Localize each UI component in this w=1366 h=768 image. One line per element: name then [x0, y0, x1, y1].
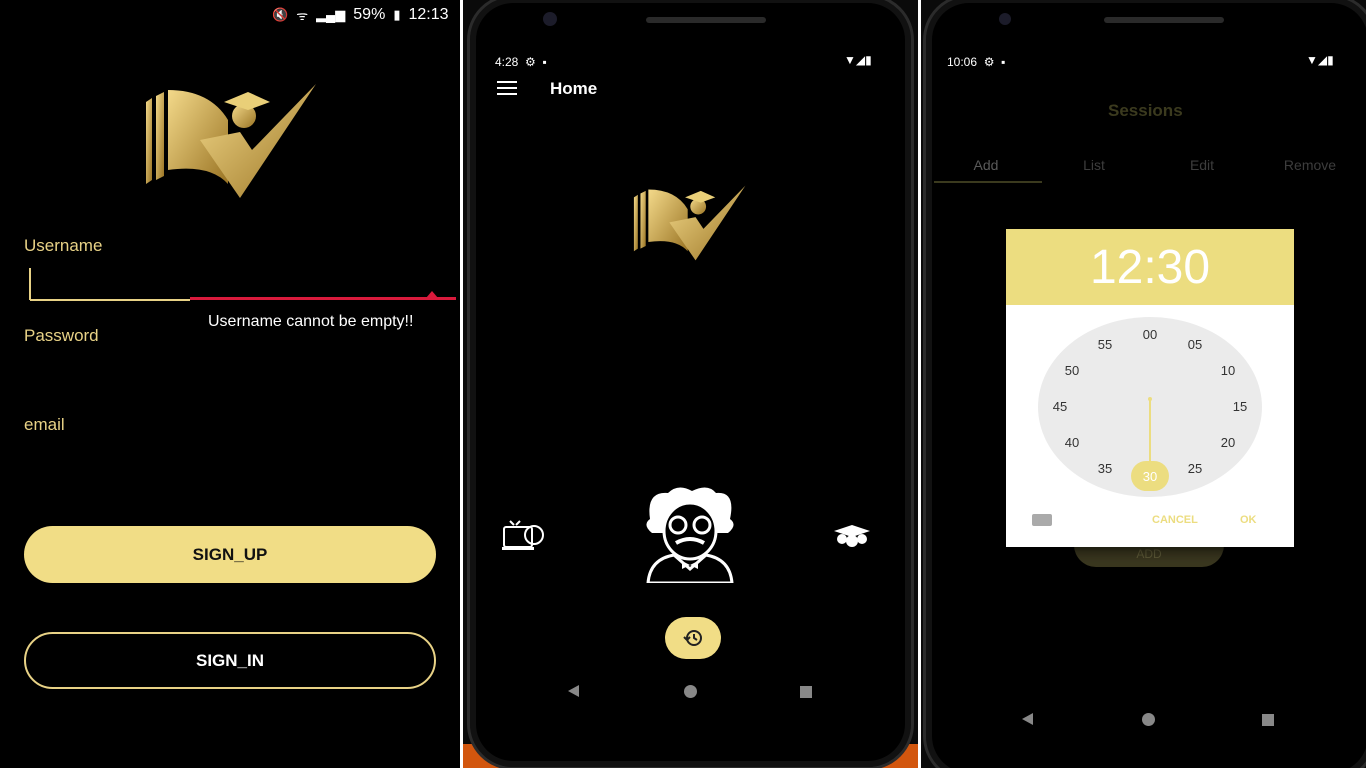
cancel-button[interactable]: CANCEL	[1152, 514, 1198, 526]
sd-card-icon: ▪	[997, 55, 1006, 69]
wifi-icon: ᯤ	[296, 8, 309, 23]
minute-45[interactable]: 45	[1045, 399, 1075, 414]
email-label: email	[24, 415, 65, 434]
history-fab[interactable]	[665, 617, 721, 659]
speaker-grille	[1104, 17, 1224, 23]
back-nav-icon[interactable]	[1022, 713, 1033, 725]
battery-text: 59%	[353, 6, 386, 23]
sign-in-button[interactable]: SIGN_IN	[24, 632, 436, 689]
error-pointer-icon	[426, 291, 438, 298]
status-icons-right: ▼◢▮	[844, 53, 872, 67]
login-screen: 🔇 ᯤ ▂▄▆ 59% ▮ 12:13 Username Username ca…	[0, 0, 460, 768]
battery-icon: ▮	[1327, 53, 1334, 67]
minute-35[interactable]: 35	[1090, 461, 1120, 476]
status-bar: 🔇 ᯤ ▂▄▆ 59% ▮ 12:13	[272, 6, 449, 24]
students-icon[interactable]	[832, 523, 872, 549]
password-input[interactable]	[24, 350, 436, 390]
minute-20[interactable]: 20	[1213, 435, 1243, 450]
status-bar: 10:06 ⚙ ▪	[947, 55, 1005, 69]
camera-icon	[999, 13, 1011, 25]
sd-card-icon: ▪	[539, 55, 547, 69]
minute-15[interactable]: 15	[1225, 399, 1255, 414]
tab-add[interactable]: Add	[932, 157, 1040, 173]
time-picker-dialog: 12:30 00 05 10 15 20 25 30 35 40 45 50 5…	[1006, 229, 1294, 547]
username-input[interactable]	[24, 262, 456, 302]
sessions-screen-frame: 10:06 ⚙ ▪ ▼◢▮ Sessions Add List Edit Rem…	[921, 0, 1366, 768]
app-logo	[633, 185, 746, 261]
settings-status-icon: ⚙	[980, 55, 995, 69]
clock: 10:06	[947, 55, 978, 69]
recents-nav-icon[interactable]	[800, 686, 812, 698]
time-display[interactable]: 12:30	[1006, 229, 1294, 305]
minute-55[interactable]: 55	[1090, 337, 1120, 352]
speaker-grille	[646, 17, 766, 23]
tab-edit[interactable]: Edit	[1148, 157, 1256, 173]
online-class-icon[interactable]	[502, 519, 546, 553]
clock-face[interactable]: 00 05 10 15 20 25 30 35 40 45 50 55	[1038, 317, 1262, 497]
teacher-avatar-button[interactable]	[628, 485, 752, 585]
home-nav-icon[interactable]	[1142, 713, 1155, 726]
settings-status-icon: ⚙	[521, 55, 536, 69]
camera-icon	[543, 12, 557, 26]
recents-nav-icon[interactable]	[1262, 714, 1274, 726]
wifi-icon: ▼	[1306, 53, 1318, 67]
minute-40[interactable]: 40	[1057, 435, 1087, 450]
username-label: Username	[24, 236, 103, 255]
mute-icon: 🔇	[272, 7, 289, 22]
signal-icon: ▂▄▆	[316, 7, 346, 22]
keyboard-icon[interactable]	[1032, 514, 1052, 526]
tab-remove[interactable]: Remove	[1256, 157, 1364, 173]
status-bar: 4:28 ⚙ ▪	[495, 55, 547, 69]
professor-icon	[646, 487, 734, 585]
text-cursor	[29, 268, 31, 300]
tab-indicator	[934, 181, 1042, 183]
clock: 4:28	[495, 55, 519, 69]
app-logo	[146, 84, 316, 198]
signal-icon: ◢	[855, 53, 866, 67]
minute-30[interactable]: 30	[1135, 469, 1165, 484]
wifi-icon: ▼	[844, 53, 856, 67]
username-error-tooltip: Username cannot be empty!!	[208, 313, 414, 330]
phone-frame: 10:06 ⚙ ▪ ▼◢▮ Sessions Add List Edit Rem…	[923, 0, 1366, 768]
home-screen-frame: 4:28 ⚙ ▪ ▼◢▮ Home	[463, 0, 918, 768]
minute-10[interactable]: 10	[1213, 363, 1243, 378]
minute-25[interactable]: 25	[1180, 461, 1210, 476]
password-label: Password	[24, 326, 99, 345]
clock-center	[1148, 397, 1152, 401]
battery-icon: ▮	[865, 53, 872, 67]
signal-icon: ◢	[1317, 53, 1328, 67]
battery-icon: ▮	[393, 7, 401, 22]
minute-00[interactable]: 00	[1135, 327, 1165, 342]
sign-up-button[interactable]: SIGN_UP	[24, 526, 436, 583]
phone-frame: 4:28 ⚙ ▪ ▼◢▮ Home	[467, 0, 914, 768]
minute-05[interactable]: 05	[1180, 337, 1210, 352]
ok-button[interactable]: OK	[1240, 514, 1257, 526]
menu-icon[interactable]	[497, 81, 517, 95]
home-nav-icon[interactable]	[684, 685, 697, 698]
tab-list[interactable]: List	[1040, 157, 1148, 173]
page-title: Home	[550, 79, 598, 98]
clock: 12:13	[408, 6, 449, 23]
clock-hand	[1149, 399, 1151, 461]
page-title: Sessions	[1108, 101, 1183, 120]
back-nav-icon[interactable]	[568, 685, 579, 697]
status-icons-right: ▼◢▮	[1306, 53, 1334, 67]
minute-50[interactable]: 50	[1057, 363, 1087, 378]
history-icon	[683, 630, 702, 646]
email-input[interactable]	[24, 440, 436, 480]
